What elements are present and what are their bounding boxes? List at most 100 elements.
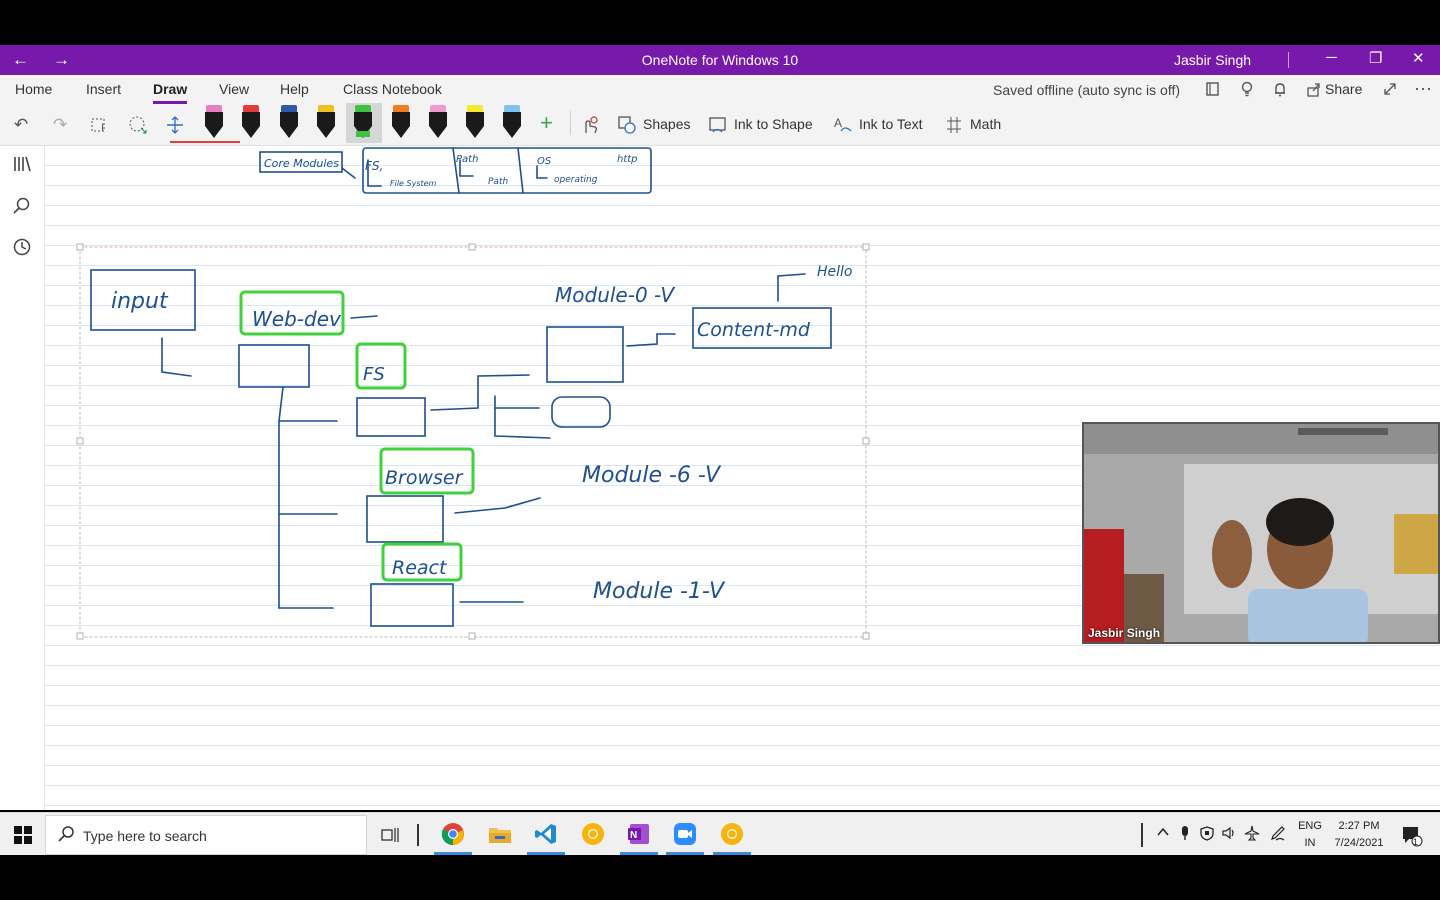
pen-tip [280,126,298,138]
pen-tip [317,126,335,138]
pen-body [429,112,447,126]
search-icon[interactable] [12,196,32,221]
share-button[interactable]: Share [1325,81,1362,97]
shapes-icon[interactable] [617,115,637,140]
video-call-overlay[interactable]: Jasbir Singh [1082,422,1440,644]
chrome-canary-icon[interactable] [581,822,605,846]
video-feed [1084,424,1438,642]
bell-icon[interactable] [1272,81,1288,101]
lightbulb-icon[interactable] [1239,81,1255,101]
ink-to-text-icon[interactable]: A [833,115,853,140]
microphone-icon[interactable] [1178,825,1192,844]
tab-insert[interactable]: Insert [86,81,121,97]
lasso-select-icon[interactable] [128,115,148,140]
pen-tip [242,126,260,138]
share-icon[interactable] [1306,81,1322,101]
pen-8[interactable] [464,105,486,139]
pen-body [466,112,484,126]
pen-workspace-icon[interactable] [1270,825,1286,844]
fs2-text: FS [363,364,385,385]
airplane-icon[interactable] [1244,825,1260,844]
tab-home[interactable]: Home [15,81,52,97]
pen-body [205,112,223,126]
touch-drawing-icon[interactable] [580,115,600,140]
notebook-icon[interactable] [1205,81,1221,101]
system-clock[interactable]: 2:27 PM 7/24/2021 [1332,818,1386,852]
search-icon [57,825,75,848]
react-text: React [392,557,448,579]
pen-5[interactable] [352,105,374,139]
windows-start-icon[interactable] [14,826,32,849]
show-hidden-icons-icon[interactable] [1156,825,1170,842]
notification-count: 1 [1413,837,1419,847]
network-icon[interactable] [1199,825,1215,844]
screen-bottom-border [0,855,1440,900]
browser-box [366,495,444,543]
add-space-icon[interactable] [165,115,185,140]
pen-1[interactable] [203,105,225,139]
pen-body [392,112,410,126]
onenote-icon[interactable]: N [627,822,651,846]
restore-icon[interactable]: ❐ [1369,49,1382,67]
participant-name: Jasbir Singh [1088,626,1161,640]
undo-icon[interactable]: ↶ [14,115,28,135]
pen-tip [503,126,521,138]
zoom-icon[interactable] [673,822,697,846]
pen-body [242,112,260,126]
taskbar-search-box[interactable]: Type here to search [45,815,367,855]
tab-draw[interactable]: Draw [153,81,187,97]
ink-to-shape-icon[interactable] [708,115,728,140]
pen-7[interactable] [427,105,449,139]
action-center-icon[interactable] [1401,825,1423,852]
react-box [370,583,454,627]
shapes-button[interactable]: Shapes [643,116,690,132]
add-pen-icon[interactable]: + [540,110,553,136]
file-explorer-icon[interactable] [488,822,512,846]
notebooks-icon[interactable] [12,154,32,179]
chrome-icon[interactable] [441,822,465,846]
minimize-icon[interactable]: ─ [1326,49,1337,66]
pen-6[interactable] [390,105,412,139]
pen-4[interactable] [315,105,337,139]
tab-class-notebook[interactable]: Class Notebook [343,81,442,97]
core-modules-text: Core Modules [264,157,339,170]
tab-view[interactable]: View [219,81,249,97]
fs-sub-box [551,396,611,428]
task-view-icon[interactable] [381,825,401,850]
pen-body [354,112,372,126]
pen-2[interactable] [240,105,262,139]
ribbon: Home Insert Draw View Help Class Noteboo… [0,75,1440,146]
pen-3[interactable] [278,105,300,139]
pen-tip [205,126,223,138]
ink-to-text-button[interactable]: Ink to Text [859,116,923,132]
expand-icon[interactable] [1382,81,1398,101]
pen-body [317,112,335,126]
ink-to-shape-button[interactable]: Ink to Shape [734,116,813,132]
fs-text: FS, [365,159,383,173]
math-icon[interactable] [944,115,964,140]
web-dev-child-box [238,344,310,388]
input-language[interactable]: ENG IN [1297,818,1323,852]
redo-icon[interactable]: ↷ [53,115,67,135]
svg-text:N: N [630,830,637,841]
vscode-icon[interactable] [534,822,558,846]
user-name[interactable]: Jasbir Singh [1174,52,1251,68]
math-button[interactable]: Math [970,116,1001,132]
pen-body [503,112,521,126]
file-system-text: File System [390,179,437,188]
more-options-icon[interactable]: ⋯ [1414,79,1432,100]
pen-9[interactable] [501,105,523,139]
os-sub-text: operating [554,175,598,185]
tab-help[interactable]: Help [280,81,309,97]
toolbar-separator [570,111,571,135]
path-text: Path [456,154,478,165]
recent-notes-icon[interactable] [12,237,32,262]
title-bar: ← → OneNote for Windows 10 Jasbir Singh … [0,45,1440,75]
chrome-canary-2-icon[interactable] [720,822,744,846]
lasso-type-select-icon[interactable]: I [90,115,110,140]
content-md-text: Content-md [697,319,811,341]
pen-body [280,112,298,126]
svg-text:I: I [101,122,104,134]
close-icon[interactable]: ✕ [1412,49,1425,67]
volume-icon[interactable] [1221,825,1237,844]
